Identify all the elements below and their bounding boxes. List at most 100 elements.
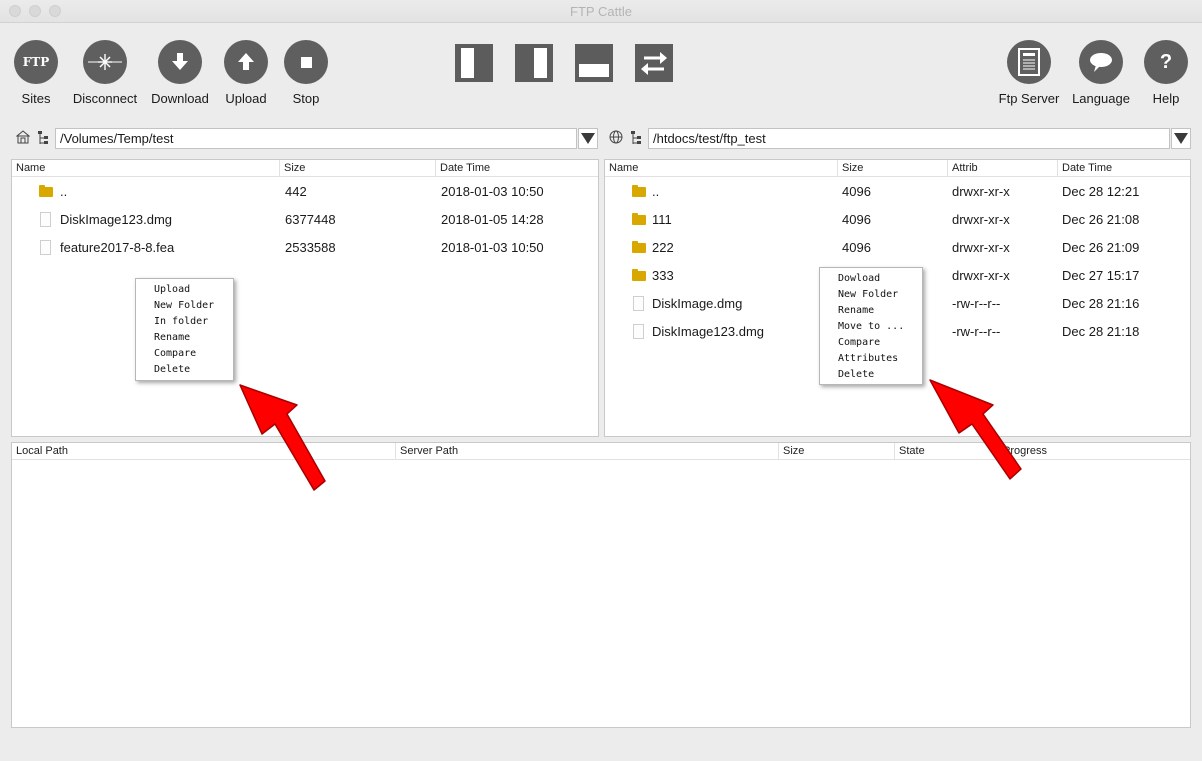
menu-item-in-folder[interactable]: In folder (154, 314, 208, 330)
folder-icon (632, 241, 646, 253)
menu-item-upload[interactable]: Upload (154, 282, 190, 298)
help-button[interactable]: ? Help (1126, 40, 1202, 106)
local-context-menu: Upload New Folder In folder Rename Compa… (135, 278, 234, 381)
column-server-path[interactable]: Server Path (395, 443, 778, 459)
home-icon[interactable] (14, 130, 31, 147)
file-size: 442 (285, 184, 307, 199)
list-item[interactable]: feature2017-8-8.fea 2533588 2018-01-03 1… (12, 234, 598, 262)
list-item[interactable]: 222 4096 drwxr-xr-x Dec 26 21:09 (605, 234, 1190, 262)
file-name: .. (652, 184, 660, 199)
disconnect-label: Disconnect (72, 91, 138, 106)
column-date-time[interactable]: Date Time (435, 160, 598, 176)
file-date: Dec 26 21:08 (1062, 212, 1140, 227)
menu-item-delete[interactable]: Delete (154, 362, 190, 378)
swap-panels-icon[interactable] (635, 44, 673, 82)
layout-left-panel-icon[interactable] (455, 44, 493, 82)
help-label: Help (1152, 91, 1180, 106)
local-list-header: Name Size Date Time (12, 160, 598, 177)
column-name[interactable]: Name (605, 160, 837, 176)
disconnect-button[interactable]: Disconnect (65, 40, 145, 106)
file-size: 4096 (842, 240, 871, 255)
speech-bubble-icon (1079, 40, 1123, 84)
file-name: .. (60, 184, 68, 199)
menu-item-compare[interactable]: Compare (838, 335, 880, 351)
list-item[interactable]: 111 4096 drwxr-xr-x Dec 26 21:08 (605, 206, 1190, 234)
menu-item-rename[interactable]: Rename (838, 303, 874, 319)
directory-tree-icon[interactable] (627, 130, 644, 147)
file-attrib: -rw-r--r-- (952, 324, 1001, 339)
menu-item-move-to[interactable]: Move to ... (838, 319, 904, 335)
menu-item-attributes[interactable]: Attributes (838, 351, 898, 367)
directory-tree-icon[interactable] (34, 130, 51, 147)
layout-right-panel-icon[interactable] (515, 44, 553, 82)
ftp-icon: FTP (14, 40, 58, 84)
stop-button[interactable]: Stop (266, 40, 346, 106)
file-name: feature2017-8-8.fea (60, 240, 175, 255)
column-name[interactable]: Name (12, 160, 279, 176)
menu-item-compare[interactable]: Compare (154, 346, 196, 362)
file-name: DiskImage123.dmg (60, 212, 172, 227)
folder-icon (632, 269, 646, 281)
file-attrib: drwxr-xr-x (952, 268, 1010, 283)
ftp-server-button[interactable]: Ftp Server (989, 40, 1069, 106)
file-name: 333 (652, 268, 674, 283)
help-icon: ? (1144, 40, 1188, 84)
file-date: 2018-01-05 14:28 (441, 212, 544, 227)
menu-item-rename[interactable]: Rename (154, 330, 190, 346)
remote-path-dropdown[interactable] (1171, 128, 1191, 149)
column-size[interactable]: Size (837, 160, 947, 176)
stop-label: Stop (292, 91, 320, 106)
stop-icon (284, 40, 328, 84)
app-window: FTP Cattle FTP Sites Disconnect Download (0, 0, 1202, 761)
upload-arrow-icon (224, 40, 268, 84)
menu-item-download[interactable]: Dowload (838, 271, 880, 287)
file-attrib: -rw-r--r-- (952, 296, 1001, 311)
file-icon (633, 296, 644, 311)
folder-icon (632, 213, 646, 225)
globe-icon[interactable] (607, 130, 624, 147)
chevron-down-icon (581, 133, 595, 144)
list-item[interactable]: DiskImage123.dmg 6377448 2018-01-05 14:2… (12, 206, 598, 234)
file-icon (633, 324, 644, 339)
local-path-dropdown[interactable] (578, 128, 598, 149)
file-date: Dec 27 15:17 (1062, 268, 1140, 283)
column-size[interactable]: Size (279, 160, 435, 176)
file-size: 4096 (842, 184, 871, 199)
red-arrow-annotation-icon (929, 379, 1022, 480)
chevron-down-icon (1174, 133, 1188, 144)
file-date: Dec 28 12:21 (1062, 184, 1140, 199)
list-item[interactable]: .. 442 2018-01-03 10:50 (12, 178, 598, 206)
download-arrow-icon (158, 40, 202, 84)
server-icon (1007, 40, 1051, 84)
file-size: 4096 (842, 212, 871, 227)
list-item[interactable]: .. 4096 drwxr-xr-x Dec 28 12:21 (605, 178, 1190, 206)
file-attrib: drwxr-xr-x (952, 212, 1010, 227)
menu-item-new-folder[interactable]: New Folder (838, 287, 898, 303)
local-path-bar: /Volumes/Temp/test (12, 128, 600, 149)
red-arrow-annotation-icon (239, 384, 326, 491)
file-icon (40, 240, 51, 255)
folder-icon (632, 185, 646, 197)
file-size: 2533588 (285, 240, 336, 255)
local-path-input[interactable]: /Volumes/Temp/test (55, 128, 577, 149)
column-attrib[interactable]: Attrib (947, 160, 1057, 176)
column-size[interactable]: Size (778, 443, 894, 459)
window-title: FTP Cattle (570, 4, 632, 19)
menu-item-delete[interactable]: Delete (838, 367, 874, 383)
file-name: DiskImage.dmg (652, 296, 743, 311)
file-date: 2018-01-03 10:50 (441, 184, 544, 199)
column-date-time[interactable]: Date Time (1057, 160, 1190, 176)
remote-context-menu: Dowload New Folder Rename Move to ... Co… (819, 267, 923, 385)
column-local-path[interactable]: Local Path (12, 443, 395, 459)
folder-icon (39, 185, 53, 197)
file-icon (40, 212, 51, 227)
file-attrib: drwxr-xr-x (952, 184, 1010, 199)
menu-item-new-folder[interactable]: New Folder (154, 298, 214, 314)
remote-path-input[interactable]: /htdocs/test/ftp_test (648, 128, 1170, 149)
file-date: Dec 28 21:18 (1062, 324, 1140, 339)
file-date: Dec 28 21:16 (1062, 296, 1140, 311)
file-name: 222 (652, 240, 674, 255)
file-attrib: drwxr-xr-x (952, 240, 1010, 255)
file-date: Dec 26 21:09 (1062, 240, 1140, 255)
layout-bottom-panel-icon[interactable] (575, 44, 613, 82)
